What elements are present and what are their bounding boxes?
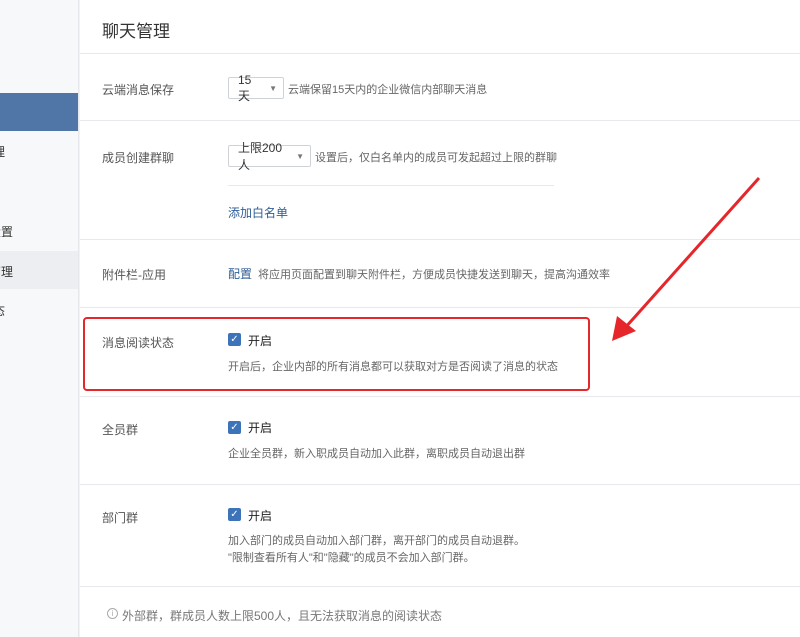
red-arrow-annotation [612,177,761,341]
